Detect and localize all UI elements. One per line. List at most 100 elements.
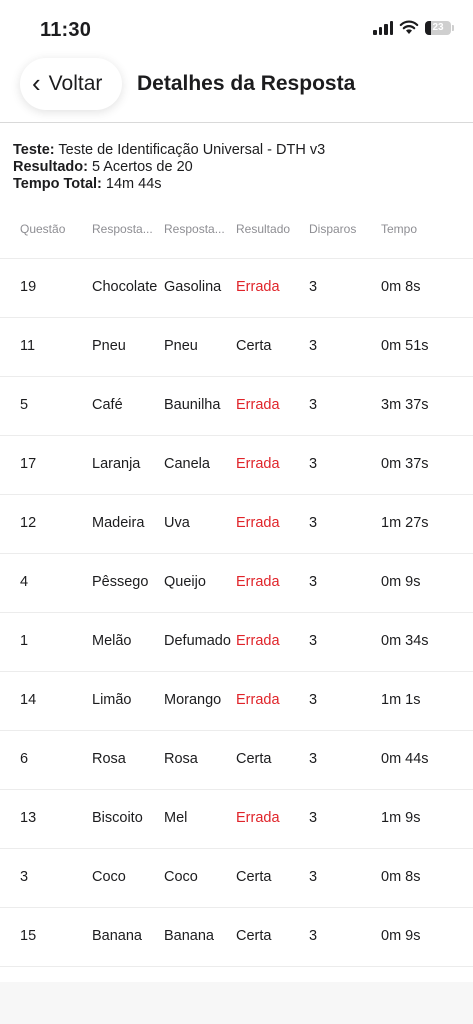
- cell-answer-given: Pêssego: [92, 574, 149, 590]
- table-row[interactable]: 12 Madeira Uva Errada 3 1m 27s: [0, 494, 473, 553]
- cell-question: 15: [20, 928, 37, 944]
- battery-icon: 23: [425, 20, 454, 35]
- chevron-left-icon: ‹: [32, 67, 41, 98]
- cell-question: 12: [20, 515, 37, 531]
- back-button[interactable]: ‹ Voltar: [20, 58, 122, 110]
- table-row[interactable]: 10BiscoitoPêssegoErrada30m 9s: [0, 966, 473, 982]
- table-row[interactable]: 6 Rosa Rosa Certa 3 0m 44s: [0, 730, 473, 789]
- header-answer-correct[interactable]: Resposta...: [164, 222, 234, 236]
- back-label: Voltar: [48, 72, 103, 95]
- cell-result: Errada: [236, 515, 280, 531]
- table-row[interactable]: 15 Banana Banana Certa 3 0m 9s: [0, 907, 473, 966]
- cell-question: 3: [20, 869, 29, 885]
- cell-time: 0m 8s: [381, 279, 421, 295]
- cell-result: Certa: [236, 338, 272, 354]
- cell-attempts: 3: [309, 456, 318, 472]
- results-table-body[interactable]: 19 Chocolate Gasolina Errada 3 0m 8s 11 Pneu Pne…: [0, 258, 473, 982]
- cell-result: Certa: [236, 928, 272, 944]
- cell-result: Errada: [236, 279, 280, 295]
- cell-attempts: 3: [309, 397, 318, 413]
- cell-question: 17: [20, 456, 37, 472]
- cell-result: Errada: [236, 574, 280, 590]
- cell-time: 0m 8s: [381, 869, 421, 885]
- cell-time: 1m 27s: [381, 515, 429, 531]
- cell-result: Errada: [236, 633, 280, 649]
- table-row[interactable]: 3 Coco Coco Certa 3 0m 8s: [0, 848, 473, 907]
- cell-answer-correct: Banana: [164, 928, 214, 944]
- table-row[interactable]: 13 Biscoito Mel Errada 3 1m 9s: [0, 789, 473, 848]
- summary-result: Resultado: 5 Acertos de 20: [13, 159, 193, 175]
- cell-question: 13: [20, 810, 37, 826]
- status-time: 11:30: [40, 19, 92, 41]
- cell-result: Errada: [236, 456, 280, 472]
- cellular-signal-icon: [373, 20, 393, 35]
- wifi-icon: [399, 20, 419, 34]
- cell-time: 0m 34s: [381, 633, 429, 649]
- header-question[interactable]: Questão: [20, 222, 88, 236]
- cell-answer-given: Café: [92, 397, 123, 413]
- cell-answer-given: Biscoito: [92, 810, 143, 826]
- cell-answer-given: Coco: [92, 869, 126, 885]
- cell-attempts: 3: [309, 751, 318, 767]
- cell-attempts: 3: [309, 515, 318, 531]
- cell-answer-given: Chocolate: [92, 279, 158, 295]
- cell-question: 19: [20, 279, 37, 295]
- cell-time: 0m 9s: [381, 574, 421, 590]
- cell-attempts: 3: [309, 692, 318, 708]
- status-bar: 11:30 23: [0, 0, 473, 58]
- cell-answer-correct: Gasolina: [164, 279, 222, 295]
- table-row[interactable]: 5 Café Baunilha Errada 3 3m 37s: [0, 376, 473, 435]
- header-attempts[interactable]: Disparos: [309, 222, 377, 236]
- cell-attempts: 3: [309, 338, 318, 354]
- cell-answer-correct: Pneu: [164, 338, 198, 354]
- cell-question: 11: [20, 338, 36, 354]
- cell-attempts: 3: [309, 928, 318, 944]
- status-icons: 23: [373, 20, 454, 35]
- cell-time: 1m 1s: [381, 692, 421, 708]
- cell-answer-correct: Canela: [164, 456, 210, 472]
- cell-question: 6: [20, 751, 29, 767]
- table-row[interactable]: 17 Laranja Canela Errada 3 0m 37s: [0, 435, 473, 494]
- table-row[interactable]: 14 Limão Morango Errada 3 1m 1s: [0, 671, 473, 730]
- table-header: Questão Resposta... Resposta... Resultad…: [0, 222, 473, 242]
- bottom-area: [0, 982, 473, 1024]
- cell-attempts: 3: [309, 574, 318, 590]
- cell-attempts: 3: [309, 633, 318, 649]
- header-result[interactable]: Resultado: [236, 222, 306, 236]
- cell-time: 3m 37s: [381, 397, 429, 413]
- cell-result: Errada: [236, 397, 280, 413]
- header-answer-given[interactable]: Resposta...: [92, 222, 160, 236]
- page-title: Detalhes da Resposta: [137, 72, 356, 95]
- cell-result: Errada: [236, 810, 280, 826]
- table-row[interactable]: 19 Chocolate Gasolina Errada 3 0m 8s: [0, 258, 473, 317]
- cell-answer-given: Melão: [92, 633, 132, 649]
- cell-result: Certa: [236, 751, 272, 767]
- cell-answer-correct: Defumado: [164, 633, 231, 649]
- cell-time: 0m 37s: [381, 456, 429, 472]
- cell-answer-given: Madeira: [92, 515, 145, 531]
- cell-time: 1m 9s: [381, 810, 421, 826]
- cell-attempts: 3: [309, 279, 318, 295]
- header-time[interactable]: Tempo: [381, 222, 461, 236]
- cell-time: 0m 9s: [381, 928, 421, 944]
- table-row[interactable]: 11 Pneu Pneu Certa 3 0m 51s: [0, 317, 473, 376]
- cell-answer-correct: Queijo: [164, 574, 206, 590]
- cell-answer-given: Banana: [92, 928, 142, 944]
- summary-test: Teste: Teste de Identificação Universal …: [13, 142, 326, 158]
- cell-answer-correct: Rosa: [164, 751, 198, 767]
- cell-answer-given: Pneu: [92, 338, 126, 354]
- cell-result: Errada: [236, 692, 280, 708]
- summary-total-time: Tempo Total: 14m 44s: [13, 176, 162, 192]
- cell-time: 0m 44s: [381, 751, 429, 767]
- cell-attempts: 3: [309, 810, 318, 826]
- cell-time: 0m 51s: [381, 338, 429, 354]
- cell-answer-correct: Mel: [164, 810, 188, 826]
- table-row[interactable]: 1 Melão Defumado Errada 3 0m 34s: [0, 612, 473, 671]
- cell-question: 1: [20, 633, 29, 649]
- cell-question: 5: [20, 397, 29, 413]
- table-row[interactable]: 4 Pêssego Queijo Errada 3 0m 9s: [0, 553, 473, 612]
- cell-attempts: 3: [309, 869, 318, 885]
- cell-answer-correct: Coco: [164, 869, 198, 885]
- cell-answer-correct: Baunilha: [164, 397, 221, 413]
- cell-question: 4: [20, 574, 29, 590]
